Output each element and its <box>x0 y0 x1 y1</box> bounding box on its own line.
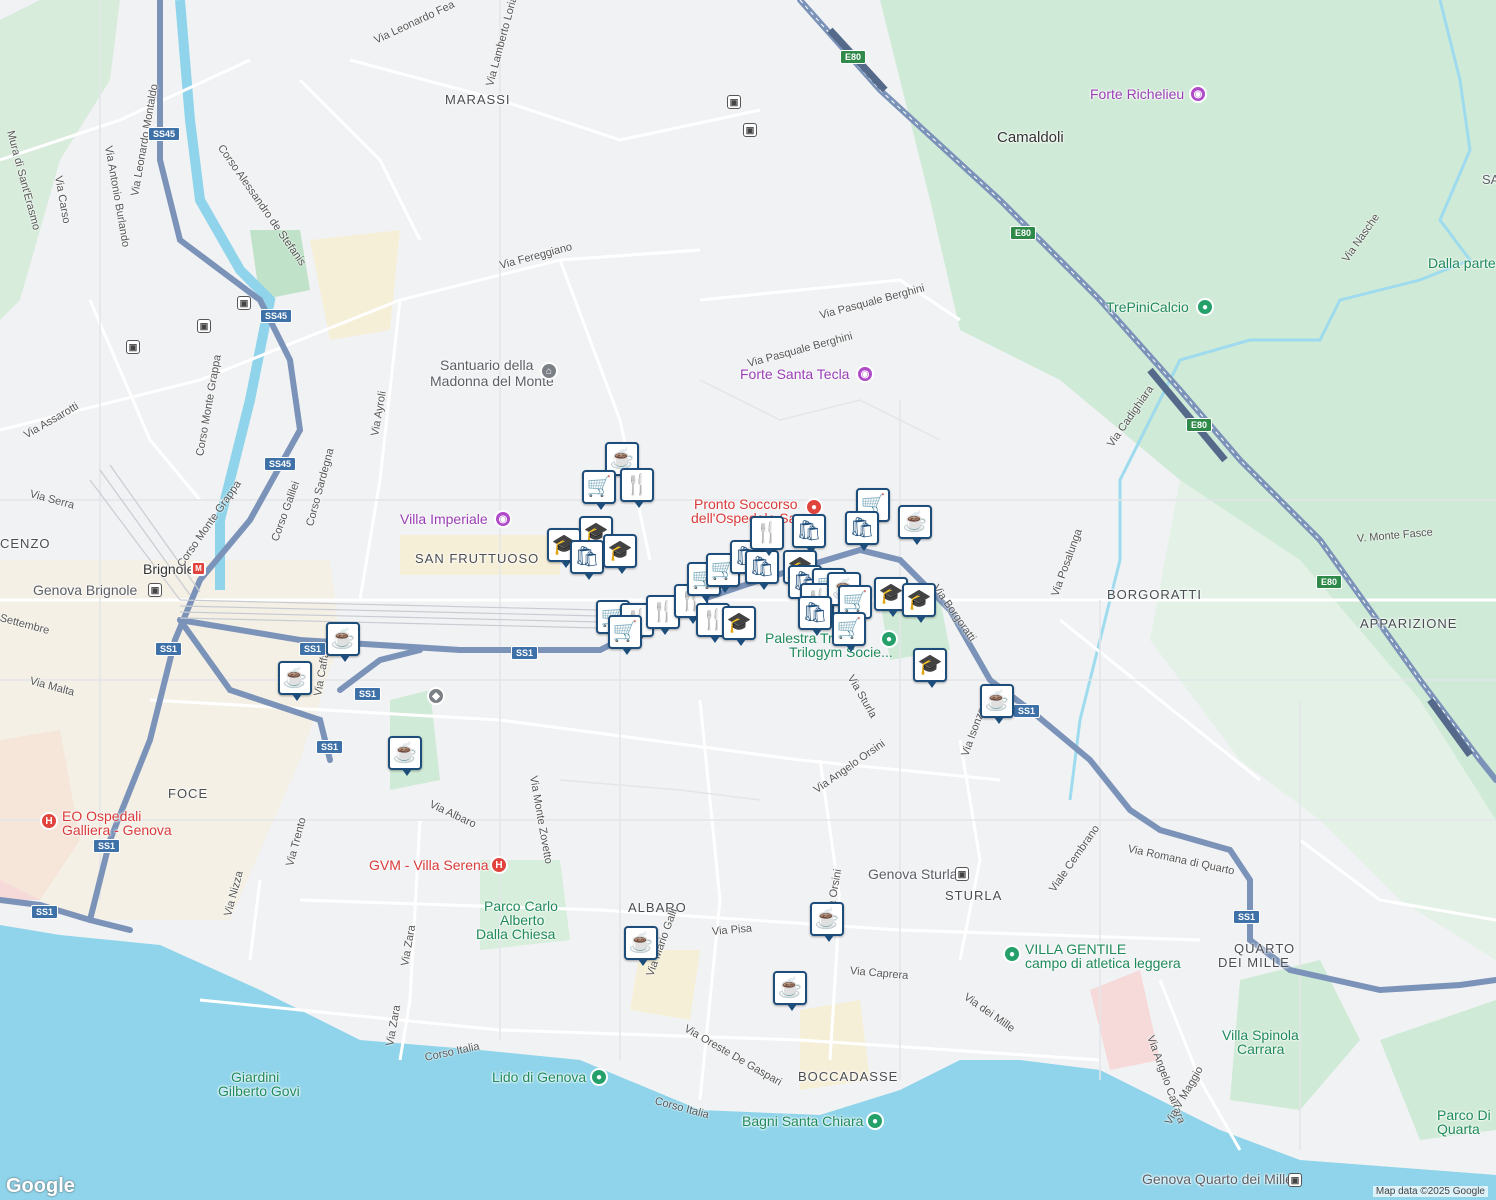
beach-icon[interactable]: ● <box>866 1112 884 1130</box>
highway-shield: E80 <box>840 50 867 64</box>
shopping-bag-icon[interactable]: 🛍 <box>792 514 826 554</box>
poi-label[interactable]: Genova Sturla <box>868 866 958 882</box>
road-shield: SS1 <box>316 740 344 754</box>
map-base-layer <box>0 0 1496 1200</box>
district-label: SAN FRUTTUOSO <box>415 551 540 566</box>
school-icon[interactable]: 🎓 <box>603 534 637 574</box>
poi-label: SA <box>1482 172 1496 187</box>
shopping-cart-icon[interactable]: 🛒 <box>608 615 642 655</box>
road-shield: SS1 <box>1013 704 1041 718</box>
camera-icon[interactable]: ◉ <box>856 365 874 383</box>
district-label: FOCE <box>168 786 209 801</box>
google-logo: Google <box>6 1175 75 1197</box>
shopping-bag-icon[interactable]: 🛍 <box>570 540 604 580</box>
poi-label[interactable]: Galliera - Genova <box>62 822 172 838</box>
bus-icon[interactable]: ▣ <box>743 123 757 137</box>
poi-label[interactable]: GVM - Villa Serena <box>369 857 489 873</box>
shopping-bag-icon[interactable]: 🛍 <box>798 596 832 636</box>
map-attribution[interactable]: Map data ©2025 Google <box>1372 1186 1488 1197</box>
district-label: BOCCADASSE <box>798 1069 899 1084</box>
restaurant-icon[interactable]: 🍴 <box>750 516 784 556</box>
district-label: DEI MILLE <box>1218 955 1290 970</box>
bus-icon[interactable]: ▣ <box>727 95 741 109</box>
restaurant-icon[interactable]: 🍴 <box>620 468 654 508</box>
district-label: QUARTO <box>1234 941 1296 956</box>
coffee-cup-icon[interactable]: ☕ <box>326 622 360 662</box>
shopping-cart-icon[interactable]: 🛒 <box>832 612 866 652</box>
road-shield: SS1 <box>93 839 121 853</box>
district-label: APPARIZIONE <box>1360 616 1458 631</box>
road-shield: SS1 <box>354 687 382 701</box>
school-icon[interactable]: 🎓 <box>913 648 947 688</box>
school-pin-icon[interactable]: ◆ <box>427 687 445 705</box>
hospital-icon[interactable]: H <box>490 856 508 874</box>
camera-icon[interactable]: ◉ <box>1189 85 1207 103</box>
highway-shield: E80 <box>1186 418 1213 432</box>
beach-icon[interactable]: ● <box>590 1068 608 1086</box>
sport-icon[interactable]: ● <box>1003 945 1021 963</box>
road-shield: SS1 <box>299 642 327 656</box>
school-icon[interactable]: 🎓 <box>722 606 756 646</box>
road-shield: SS1 <box>31 905 59 919</box>
sport-icon[interactable]: ● <box>1196 298 1214 316</box>
train-station-icon[interactable]: ▣ <box>955 867 969 881</box>
district-label: BORGORATTI <box>1107 587 1202 602</box>
poi-label[interactable]: Villa Imperiale <box>400 511 488 527</box>
poi-label[interactable]: Forte Santa Tecla <box>740 366 849 382</box>
highway-shield: E80 <box>1316 575 1343 589</box>
camera-icon[interactable]: ◉ <box>494 510 512 528</box>
coffee-cup-icon[interactable]: ☕ <box>624 926 658 966</box>
poi-label[interactable]: Carrara <box>1237 1041 1284 1057</box>
coffee-cup-icon[interactable]: ☕ <box>980 684 1014 724</box>
poi-label[interactable]: Dalla Chiesa <box>476 926 555 942</box>
poi-label[interactable]: Madonna del Monte <box>430 374 554 388</box>
district-label: CENZO <box>0 536 51 551</box>
metro-icon[interactable]: M <box>191 561 206 576</box>
road-shield: SS1 <box>511 646 539 660</box>
poi-label[interactable]: Quarta <box>1437 1121 1480 1137</box>
hospital-icon[interactable]: H <box>40 812 58 830</box>
poi-label[interactable]: Gilberto Govi <box>218 1083 300 1099</box>
bus-icon[interactable]: ▣ <box>237 296 251 310</box>
poi-label[interactable]: Trilogym Socie... <box>789 644 893 660</box>
shopping-cart-icon[interactable]: 🛒 <box>582 470 616 510</box>
coffee-cup-icon[interactable]: ☕ <box>278 661 312 701</box>
district-label: MARASSI <box>445 92 511 107</box>
poi-label[interactable]: Bagni Santa Chiara <box>742 1113 863 1129</box>
poi-label: Dalla parte <box>1428 255 1496 271</box>
poi-label[interactable]: TrePiniCalcio <box>1106 299 1189 315</box>
poi-label[interactable]: Forte Richelieu <box>1090 86 1184 102</box>
bus-icon[interactable]: ▣ <box>197 319 211 333</box>
road-shield: SS1 <box>155 642 183 656</box>
coffee-cup-icon[interactable]: ☕ <box>898 505 932 545</box>
school-icon[interactable]: 🎓 <box>902 583 936 623</box>
sport-icon[interactable]: ● <box>880 630 898 648</box>
shopping-bag-icon[interactable]: 🛍 <box>845 511 879 551</box>
district-label: STURLA <box>945 888 1003 903</box>
poi-label[interactable]: Genova Quarto dei Mille <box>1142 1171 1293 1187</box>
train-station-icon[interactable]: ▣ <box>1288 1173 1302 1187</box>
road-shield: SS45 <box>260 309 293 323</box>
road-shield: SS45 <box>148 127 181 141</box>
highway-shield: E80 <box>1010 226 1037 240</box>
place-label: Camaldoli <box>997 129 1064 146</box>
coffee-cup-icon[interactable]: ☕ <box>773 971 807 1011</box>
road-shield: SS1 <box>1233 910 1261 924</box>
church-icon[interactable]: ⌂ <box>540 362 558 380</box>
coffee-cup-icon[interactable]: ☕ <box>810 902 844 942</box>
map-canvas[interactable]: MARASSI SAN FRUTTUOSO FOCE ALBARO BOCCAD… <box>0 0 1496 1200</box>
coffee-cup-icon[interactable]: ☕ <box>388 736 422 776</box>
poi-label[interactable]: Santuario della <box>440 358 533 372</box>
poi-label[interactable]: Lido di Genova <box>492 1069 586 1085</box>
poi-label[interactable]: campo di atletica leggera <box>1025 955 1181 971</box>
poi-label[interactable]: Genova Brignole <box>33 582 137 598</box>
bus-icon[interactable]: ▣ <box>126 340 140 354</box>
road-shield: SS45 <box>264 457 297 471</box>
train-station-icon[interactable]: ▣ <box>148 583 162 597</box>
